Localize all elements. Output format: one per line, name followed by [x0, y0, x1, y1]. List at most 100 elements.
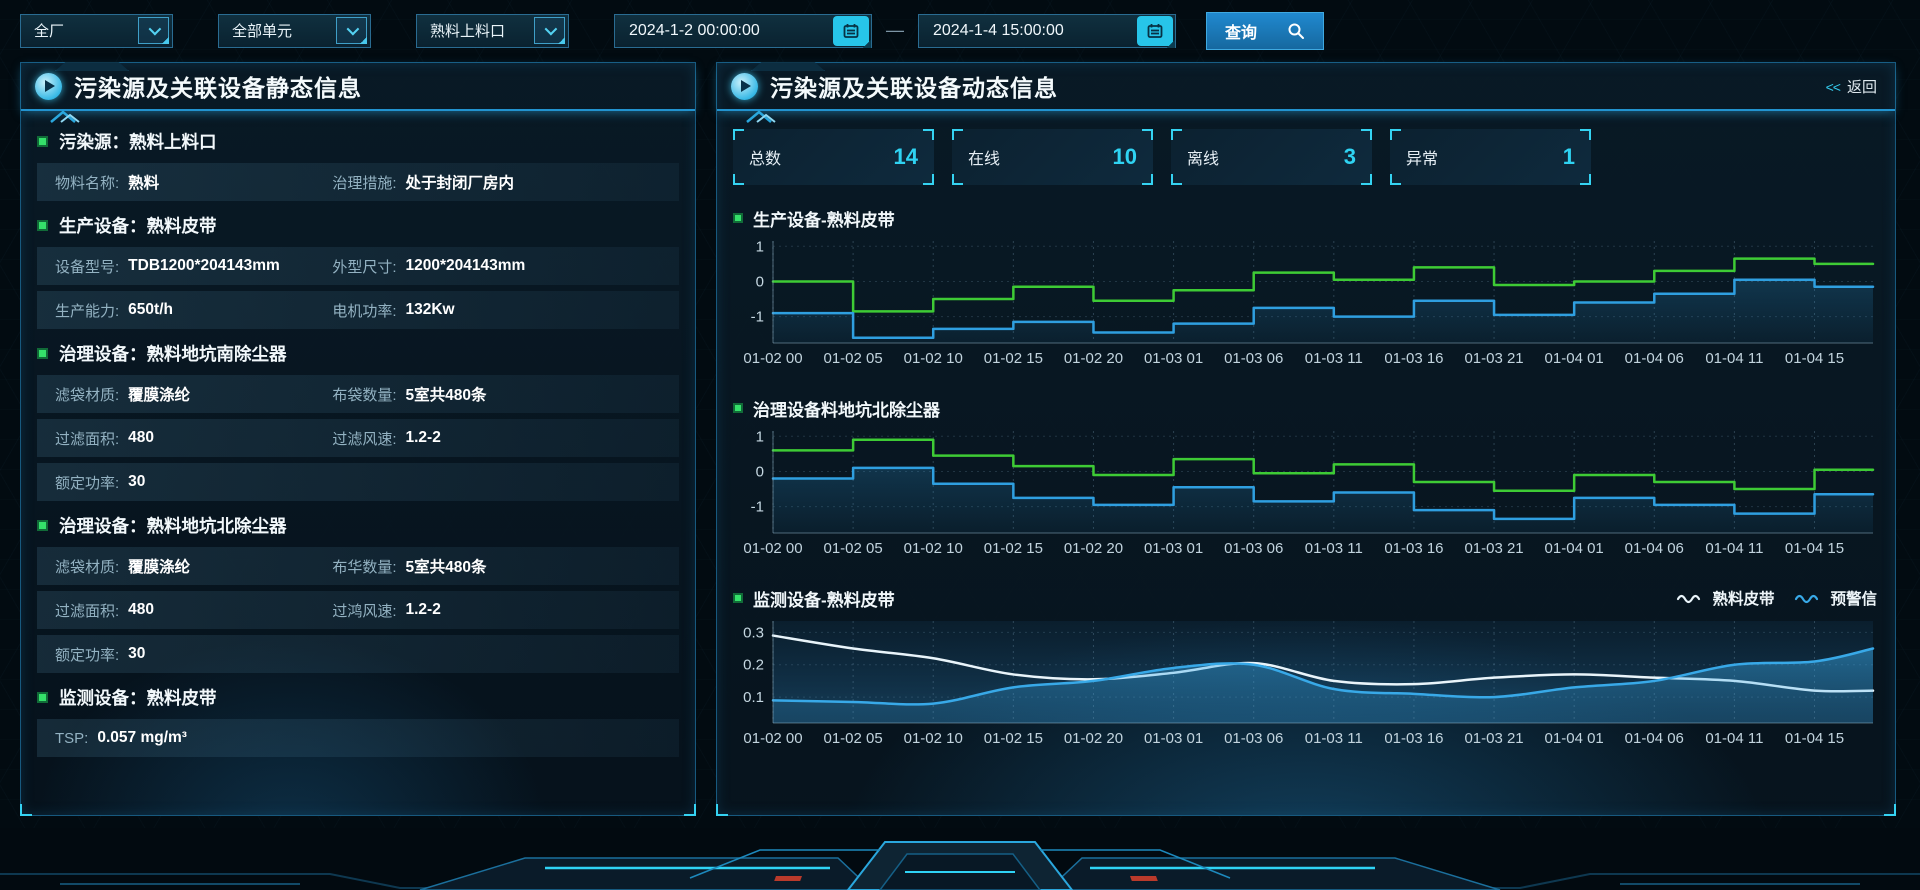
info-field: 过滤面积: 480	[37, 428, 332, 449]
field-value: 1.2-2	[405, 429, 440, 447]
svg-text:01-04 15: 01-04 15	[1785, 730, 1844, 747]
info-field: 过滤风速:1.2-2	[332, 428, 679, 449]
svg-text:01-02 20: 01-02 20	[1064, 730, 1123, 747]
play-circle-icon	[35, 73, 62, 100]
green-square-icon	[37, 348, 48, 359]
green-square-icon	[733, 593, 743, 603]
top-toolbar: 全厂 全部单元 熟料上料口 2024-1-2 00:00:00 — 2024-1…	[0, 0, 1920, 52]
stat-value: 10	[1113, 144, 1137, 170]
svg-text:01-04 01: 01-04 01	[1545, 350, 1604, 367]
svg-text:01-02 10: 01-02 10	[904, 350, 963, 367]
field-label: 电机功率:	[332, 300, 396, 321]
svg-text:01-03 21: 01-03 21	[1464, 730, 1523, 747]
field-label: 过滤面积:	[55, 428, 119, 449]
stat-value: 1	[1563, 144, 1575, 170]
svg-text:01-03 16: 01-03 16	[1384, 730, 1443, 747]
query-button[interactable]: 查询	[1206, 12, 1324, 50]
plant-select-value: 全厂	[21, 20, 138, 41]
svg-text:01-02 10: 01-02 10	[904, 730, 963, 747]
svg-text:01-02 20: 01-02 20	[1064, 350, 1123, 367]
legend-label: 熟料皮带	[1712, 587, 1774, 609]
calendar-icon[interactable]	[833, 16, 869, 46]
chart-header: 生产设备-熟料皮带	[733, 203, 1879, 233]
svg-text:0: 0	[756, 273, 764, 290]
chart-svg: 10-101-02 0001-02 0501-02 1001-02 1501-0…	[733, 235, 1879, 383]
green-square-icon	[733, 213, 743, 223]
legend-item[interactable]: 熟料皮带	[1676, 587, 1774, 609]
chart-title: 治理设备料地坑北除尘器	[753, 396, 1879, 421]
chart-header: 监测设备-熟料皮带 熟料皮带 预警信	[733, 583, 1879, 613]
start-datetime-input[interactable]: 2024-1-2 00:00:00	[614, 14, 872, 48]
unit-select[interactable]: 全部单元	[218, 14, 371, 48]
field-label: 额定功率:	[55, 472, 119, 493]
dynamic-panel-header: 污染源及关联设备动态信息 << 返回	[717, 63, 1895, 111]
svg-text:01-04 06: 01-04 06	[1625, 540, 1684, 557]
section-title-text: 污染源：熟料上料口	[59, 129, 217, 154]
info-row: 额定功率:30	[37, 635, 679, 673]
field-label: TSP:	[55, 730, 88, 747]
field-label: 过鸿风速:	[332, 600, 396, 621]
section-title-text: 治理设备：熟料地坑南除尘器	[59, 341, 287, 366]
field-value: 0.057 mg/m³	[97, 729, 187, 747]
field-value: 480	[128, 429, 154, 447]
info-field: 额定功率:30	[37, 472, 332, 493]
legend-label: 预警信	[1830, 587, 1877, 609]
section-title: 治理设备：熟料地坑南除尘器	[37, 335, 679, 371]
chevron-down-icon[interactable]	[336, 17, 367, 44]
info-field: 物料名称:熟料	[37, 171, 332, 193]
section-title: 监测设备：熟料皮带	[37, 679, 679, 715]
stat-box-total: 总数14	[733, 129, 934, 185]
field-label: 滤袋材质:	[55, 384, 119, 405]
dynamic-panel-title: 污染源及关联设备动态信息	[770, 69, 1814, 103]
info-field: 治理措施:处于封闭厂房内	[332, 171, 679, 193]
info-row: 过滤面积:480过鸿风速:1.2-2	[37, 591, 679, 629]
field-value: 熟料	[128, 171, 159, 193]
info-field: 设备型号:TDB1200*204143mm	[37, 256, 332, 277]
svg-text:01-02 10: 01-02 10	[904, 540, 963, 557]
chevron-down-icon[interactable]	[534, 17, 565, 44]
info-field: 布袋数量:5室共480条	[332, 383, 679, 405]
svg-text:01-03 06: 01-03 06	[1224, 350, 1283, 367]
source-select[interactable]: 熟料上料口	[416, 14, 569, 48]
svg-text:01-03 01: 01-03 01	[1144, 350, 1203, 367]
stat-box-offline: 离线3	[1171, 129, 1372, 185]
calendar-icon[interactable]	[1137, 16, 1173, 46]
chart-svg: 10-101-02 0001-02 0501-02 1001-02 1501-0…	[733, 425, 1879, 573]
svg-text:0: 0	[756, 463, 764, 480]
info-row: 过滤面积: 480 过滤风速:1.2-2	[37, 419, 679, 457]
info-row: 物料名称:熟料治理措施:处于封闭厂房内	[37, 163, 679, 201]
static-panel-header: 污染源及关联设备静态信息	[21, 63, 695, 111]
back-label: 返回	[1847, 79, 1877, 96]
charts-area: 生产设备-熟料皮带10-101-02 0001-02 0501-02 1001-…	[733, 203, 1879, 763]
chart-title: 监测设备-熟料皮带	[753, 586, 1666, 611]
chevron-down-icon[interactable]	[138, 17, 169, 44]
green-square-icon	[37, 692, 48, 703]
field-label: 治理措施:	[332, 172, 396, 193]
svg-text:01-03 21: 01-03 21	[1464, 350, 1523, 367]
info-field: 过滤面积:480	[37, 600, 332, 621]
field-label: 外型尺寸:	[332, 256, 396, 277]
svg-text:01-03 06: 01-03 06	[1224, 540, 1283, 557]
svg-text:-1: -1	[751, 309, 764, 326]
info-field: 额定功率:30	[37, 644, 332, 665]
svg-text:01-02 00: 01-02 00	[743, 350, 802, 367]
green-square-icon	[37, 520, 48, 531]
svg-text:01-03 11: 01-03 11	[1305, 350, 1363, 367]
device-stats-row: 总数14在线10离线3异常1	[733, 129, 1879, 185]
chart-svg: 0.30.20.101-02 0001-02 0501-02 1001-02 1…	[733, 615, 1879, 763]
legend-item[interactable]: 预警信	[1794, 587, 1877, 609]
stat-value: 3	[1344, 144, 1356, 170]
field-value: 1200*204143mm	[405, 257, 525, 275]
end-datetime-input[interactable]: 2024-1-4 15:00:00	[918, 14, 1176, 48]
search-icon	[1287, 22, 1305, 40]
static-info-panel: 污染源及关联设备静态信息 污染源：熟料上料口物料名称:熟料治理措施:处于封闭厂房…	[20, 62, 696, 816]
back-button[interactable]: << 返回	[1826, 76, 1881, 97]
svg-text:1: 1	[756, 238, 764, 255]
field-value: 覆膜涤纶	[128, 383, 190, 405]
svg-text:01-03 01: 01-03 01	[1144, 730, 1203, 747]
back-arrows-icon: <<	[1826, 79, 1840, 95]
field-label: 滤袋材质:	[55, 556, 119, 577]
plant-select[interactable]: 全厂	[20, 14, 173, 48]
chart-block: 治理设备料地坑北除尘器10-101-02 0001-02 0501-02 100…	[733, 393, 1879, 573]
stat-box-online: 在线10	[952, 129, 1153, 185]
